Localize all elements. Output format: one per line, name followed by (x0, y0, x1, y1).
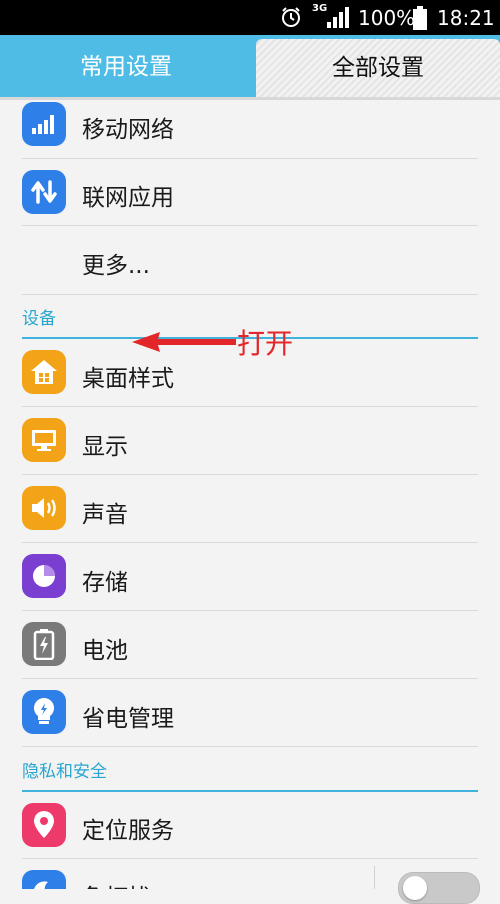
up-down-arrows-icon (22, 170, 66, 214)
battery-icon (22, 622, 66, 666)
settings-item-label: 存储 (82, 570, 128, 596)
monitor-icon (22, 418, 66, 462)
speaker-icon (22, 486, 66, 530)
battery-status-icon (413, 6, 427, 30)
settings-item-more[interactable]: 更多... (22, 226, 478, 295)
annotation-text: 打开 (237, 327, 294, 360)
lightbulb-icon (22, 690, 66, 734)
settings-item-network-apps[interactable]: 联网应用 (22, 159, 478, 226)
pie-chart-icon (22, 554, 66, 598)
settings-item-label: 免打扰 (82, 878, 151, 889)
location-pin-icon (22, 803, 66, 847)
dnd-toggle[interactable] (398, 872, 480, 904)
toggle-divider (374, 866, 375, 889)
alarm-icon (282, 7, 300, 27)
tab-common-settings[interactable]: 常用设置 (0, 35, 252, 98)
settings-item-display[interactable]: 显示 (22, 407, 478, 475)
settings-item-label: 显示 (82, 434, 128, 460)
settings-item-label: 声音 (82, 502, 128, 528)
settings-item-label: 定位服务 (82, 818, 174, 844)
status-bar: 3G 100% 18:21 (0, 0, 500, 35)
settings-list: 移动网络 联网应用 更多... 设备 桌面样式 显示 声音 存储 电池 省电管理… (0, 100, 500, 889)
settings-item-storage[interactable]: 存储 (22, 543, 478, 611)
signal-bars-icon (22, 102, 66, 146)
settings-item-label: 桌面样式 (82, 366, 174, 392)
home-icon (22, 350, 66, 394)
settings-item-label: 省电管理 (82, 706, 174, 732)
annotation-arrow-icon (132, 332, 236, 352)
settings-item-label: 电池 (82, 638, 128, 664)
signal-icon (327, 7, 349, 28)
section-header-privacy: 隐私和安全 (22, 757, 478, 792)
moon-icon (22, 870, 66, 889)
settings-item-label: 移动网络 (82, 117, 174, 143)
settings-item-label: 更多... (82, 253, 150, 279)
settings-item-mobile-network[interactable]: 移动网络 (22, 100, 478, 159)
tab-bar: 常用设置 全部设置 (0, 35, 500, 98)
toggle-knob (403, 876, 427, 900)
settings-item-power-saving[interactable]: 省电管理 (22, 679, 478, 747)
settings-item-sound[interactable]: 声音 (22, 475, 478, 543)
network-type: 3G (312, 3, 328, 14)
settings-item-label: 联网应用 (82, 185, 174, 211)
clock: 18:21 (437, 6, 495, 30)
tab-all-settings[interactable]: 全部设置 (256, 39, 500, 98)
settings-item-battery[interactable]: 电池 (22, 611, 478, 679)
settings-item-location[interactable]: 定位服务 (22, 792, 478, 859)
battery-percent: 100% (358, 6, 416, 30)
